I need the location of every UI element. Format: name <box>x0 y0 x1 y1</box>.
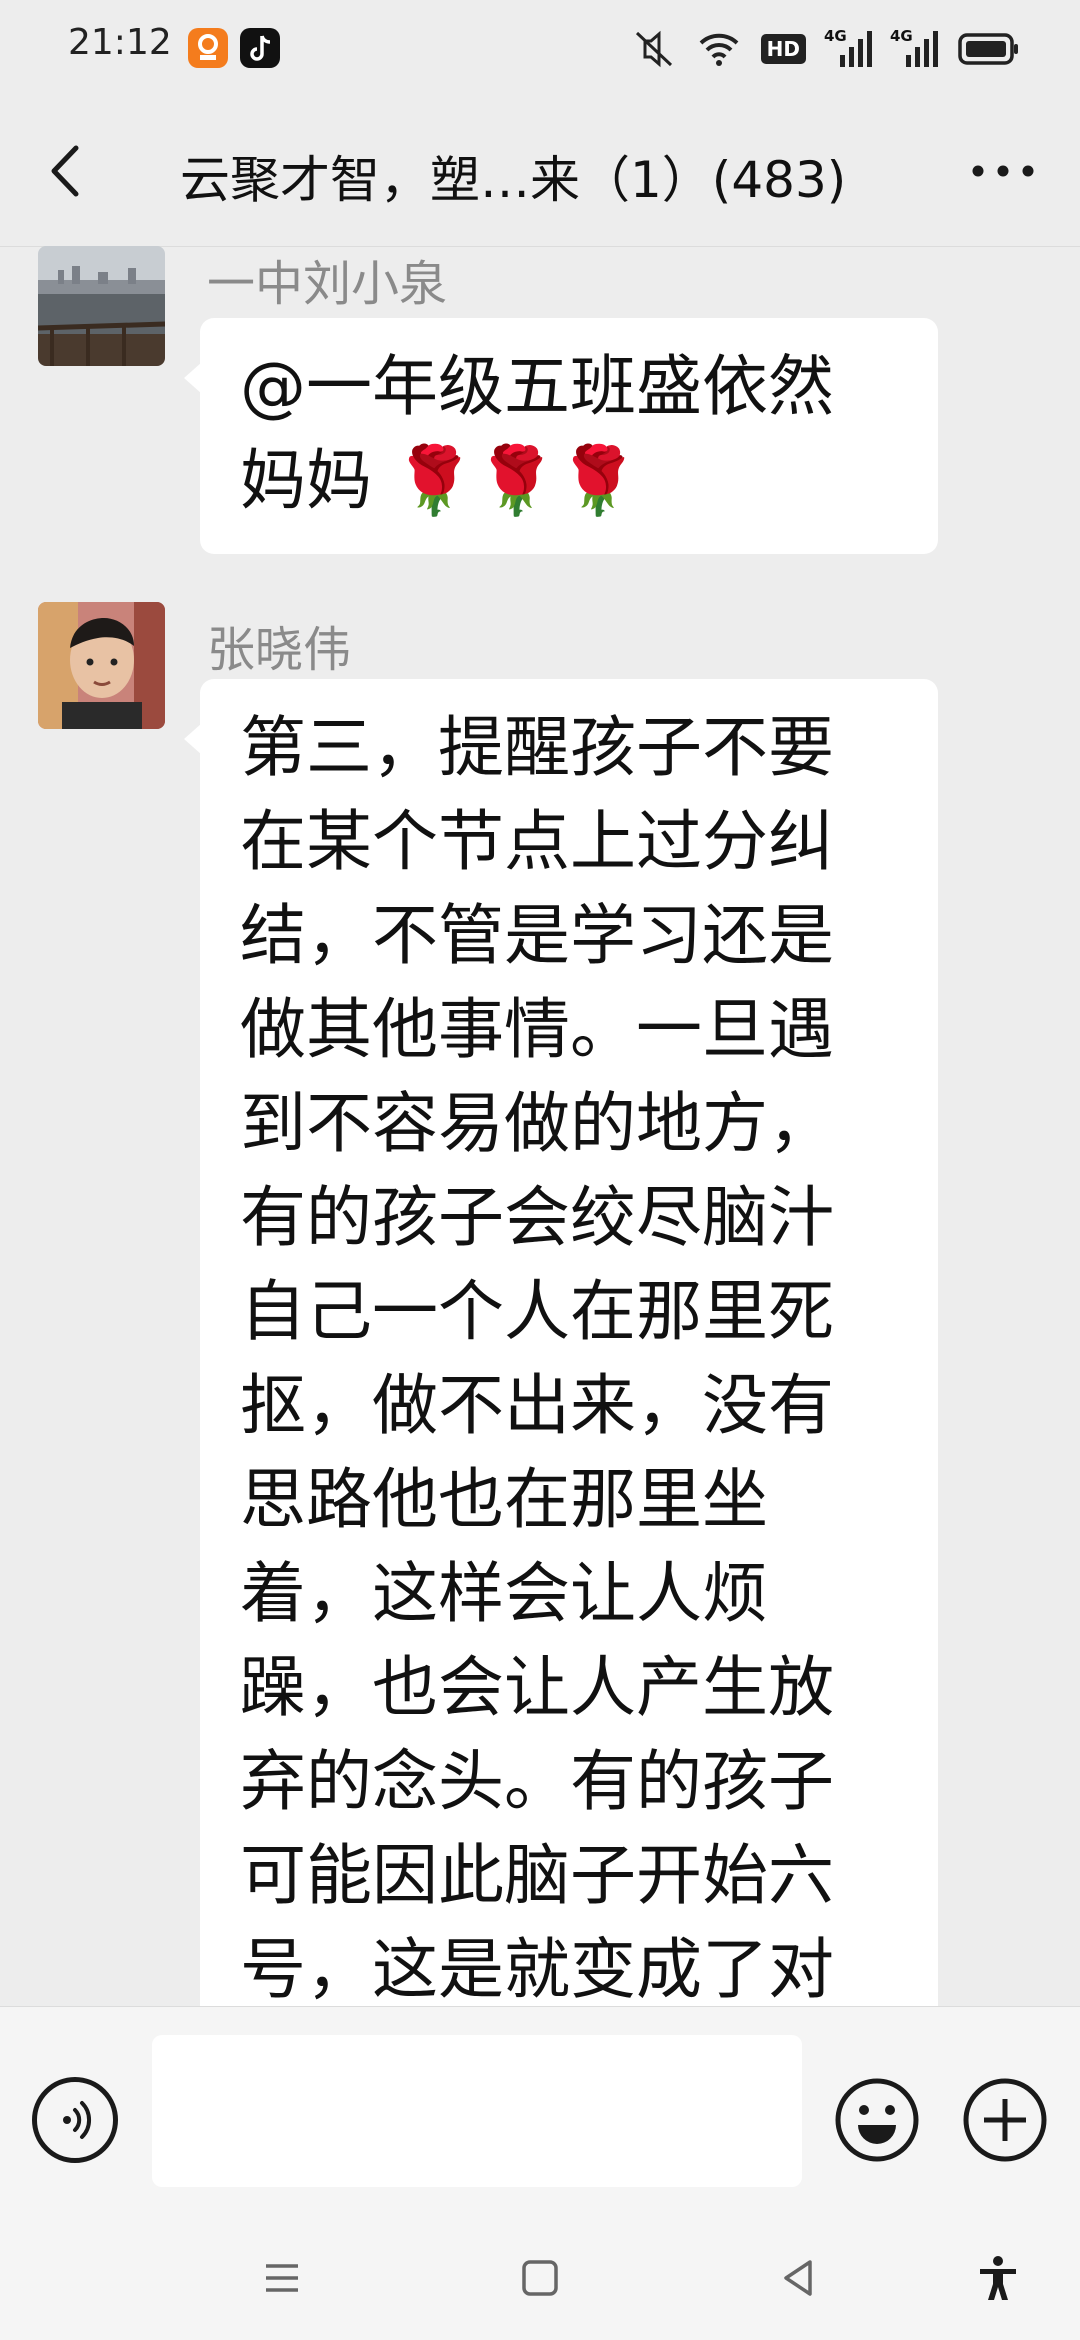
hd-badge: HD <box>760 34 806 64</box>
mute-icon <box>635 30 672 68</box>
accessibility-icon[interactable] <box>974 2254 1022 2302</box>
plus-icon[interactable] <box>962 2077 1048 2163</box>
message-bubble[interactable]: 第三，提醒孩子不要在某个节点上过分纠结，不管是学习还是做其他事情。一旦遇到不容易… <box>184 679 938 2006</box>
app-icon-orange <box>188 28 228 68</box>
emoji-icon[interactable] <box>834 2077 920 2163</box>
sender-name: 一中刘小泉 <box>207 256 448 312</box>
signal-icon: 4G <box>824 27 872 67</box>
lake-skyline-avatar <box>38 246 165 366</box>
voice-input-icon[interactable] <box>32 2077 118 2163</box>
message-input[interactable] <box>152 2035 802 2187</box>
chat-title: 云聚才智，塑…来（1）(483) <box>180 151 847 209</box>
network-type-label: 4G <box>890 27 913 45</box>
more-icon[interactable] <box>968 156 1038 186</box>
status-time: 21:12 <box>68 22 172 63</box>
system-nav-bar <box>0 2210 1080 2340</box>
status-icons: HD 4G 4G <box>631 26 1020 72</box>
message-list[interactable]: 一中刘小泉 @一年级五班盛依然妈妈 🌹🌹🌹 张晓伟 第三，提醒孩子不要在某个节点… <box>0 246 1080 2006</box>
menu-icon[interactable] <box>258 2254 306 2302</box>
wifi-icon <box>699 33 739 66</box>
child-photo-avatar <box>38 602 165 729</box>
signal-icon: 4G <box>890 27 938 67</box>
status-bar: 21:12 HD 4G 4G <box>0 0 1080 96</box>
sender-name: 张晓伟 <box>207 622 352 678</box>
battery-icon <box>958 33 1018 65</box>
home-icon[interactable] <box>516 2254 564 2302</box>
message-bubble[interactable]: @一年级五班盛依然妈妈 🌹🌹🌹 <box>184 318 938 554</box>
tiktok-icon <box>240 28 280 68</box>
network-type-label: 4G <box>824 27 847 45</box>
back-icon[interactable] <box>36 136 96 206</box>
message-text: @一年级五班盛依然妈妈 🌹🌹🌹 <box>240 348 834 519</box>
avatar[interactable] <box>38 602 165 729</box>
input-bar <box>0 2006 1080 2211</box>
back-triangle-icon[interactable] <box>774 2254 822 2302</box>
message-text: 第三，提醒孩子不要在某个节点上过分纠结，不管是学习还是做其他事情。一旦遇到不容易… <box>240 709 834 2006</box>
avatar[interactable] <box>38 246 165 366</box>
chat-header: 云聚才智，塑…来（1）(483) <box>0 96 1080 247</box>
